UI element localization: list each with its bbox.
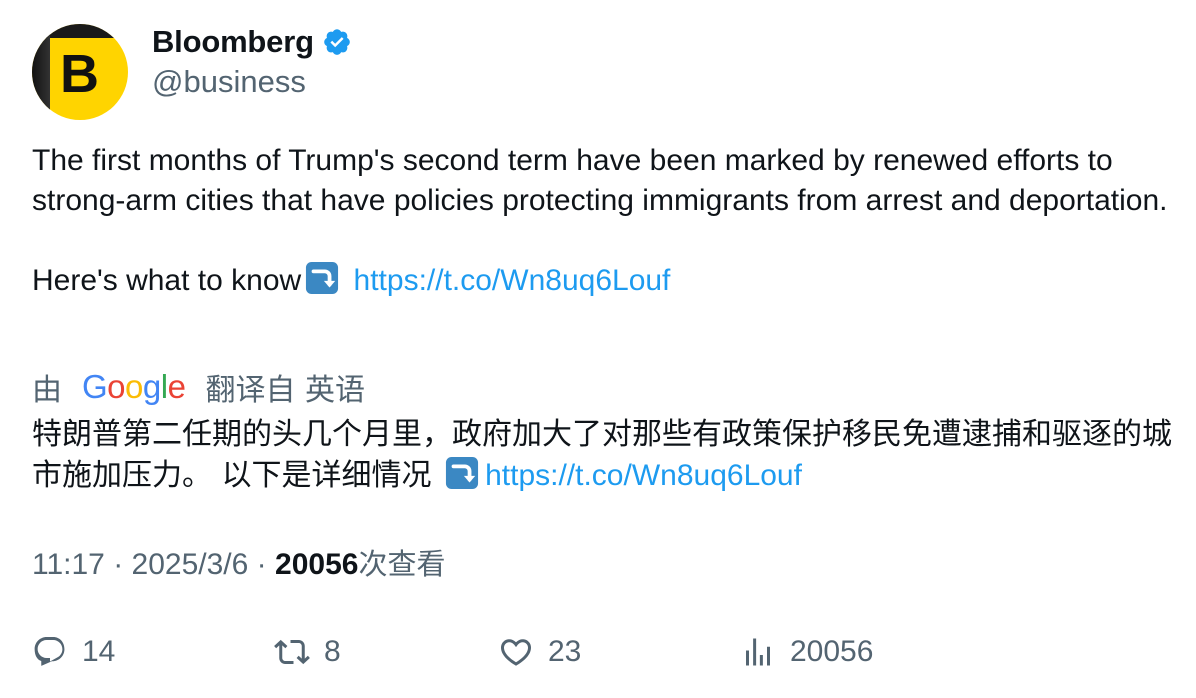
action-bar: 14 8 23 20056: [0, 628, 1196, 676]
translation-prefix: 由: [32, 373, 62, 408]
views-button[interactable]: 20056: [740, 628, 873, 676]
tweet-link[interactable]: https://t.co/Wn8uq6Louf: [354, 264, 671, 297]
handle[interactable]: @business: [152, 62, 306, 102]
arrow-right-hook-icon: [445, 456, 479, 490]
avatar-shade: [32, 24, 50, 120]
retweet-count: 8: [324, 635, 341, 668]
like-count: 23: [548, 635, 582, 668]
tweet-card: B Bloomberg @business The first months o…: [0, 0, 1196, 698]
retweet-button[interactable]: 8: [274, 628, 341, 676]
translated-text: 特朗普第二任期的头几个月里，政府加大了对那些有政策保护移民免遭逮捕和驱逐的城市施…: [32, 414, 1182, 496]
views-count: 20056: [275, 548, 359, 581]
display-name[interactable]: Bloomberg: [152, 24, 314, 60]
author-name-row: Bloomberg: [152, 22, 352, 62]
views-label: 次查看: [358, 547, 446, 581]
tweet-text-paragraph-1: The first months of Trump's second term …: [32, 144, 1168, 217]
tweet-date[interactable]: 2025/3/6: [132, 548, 249, 581]
tweet-text-prefix: Here's what to know: [32, 264, 302, 297]
avatar[interactable]: B: [32, 24, 128, 120]
verified-badge-icon: [322, 27, 352, 57]
translation-attribution: 由 Google 翻译自 英语: [32, 366, 365, 408]
google-logo: Google: [82, 368, 186, 405]
meta-separator: ·: [113, 548, 124, 581]
meta-separator: ·: [256, 548, 267, 581]
like-button[interactable]: 23: [498, 628, 581, 676]
translated-link[interactable]: https://t.co/Wn8uq6Louf: [485, 459, 802, 492]
analytics-icon: [746, 638, 770, 666]
arrow-right-hook-icon: [305, 261, 339, 295]
views-action-count: 20056: [790, 635, 874, 668]
tweet-text: The first months of Trump's second term …: [32, 141, 1172, 301]
avatar-letter: B: [60, 44, 99, 104]
reply-icon: [34, 637, 65, 666]
tweet-text-paragraph-2: Here's what to know https://t.co/Wn8uq6L…: [32, 261, 1172, 301]
reply-count: 14: [82, 635, 116, 668]
reply-button[interactable]: 14: [32, 628, 115, 676]
retweet-icon: [274, 639, 310, 665]
heart-icon: [500, 639, 532, 666]
translation-suffix: 翻译自 英语: [205, 373, 365, 408]
tweet-meta: 11:17 · 2025/3/6 · 20056次查看: [32, 544, 445, 585]
tweet-time[interactable]: 11:17: [32, 548, 105, 581]
